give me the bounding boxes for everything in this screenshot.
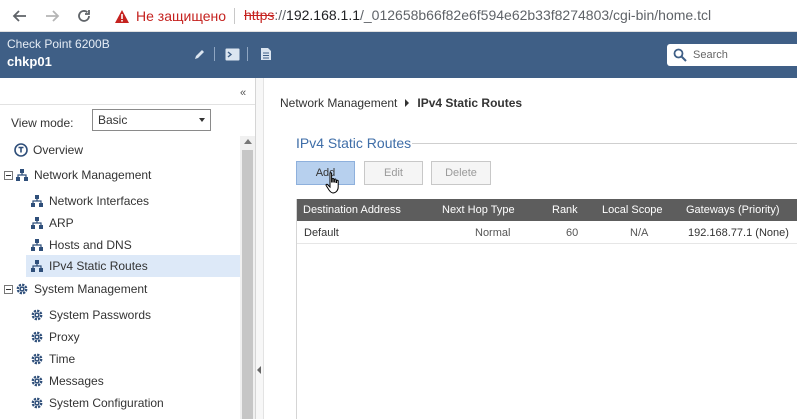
delete-button[interactable]: Delete: [431, 161, 491, 185]
sidebar-item-hosts-and-dns[interactable]: Hosts and DNS: [30, 234, 240, 256]
collapse-toggle[interactable]: [4, 170, 13, 180]
network-icon: [30, 259, 44, 273]
sidebar-item-ipv4-static-routes[interactable]: IPv4 Static Routes: [26, 255, 240, 277]
sidebar-item-label: System Passwords: [49, 308, 152, 322]
network-icon: [15, 168, 29, 182]
back-arrow-icon[interactable]: [8, 4, 32, 28]
sidebar: « View mode: Basic Overview Network Mana…: [0, 78, 256, 419]
sidebar-item-label: Network Management: [34, 168, 152, 182]
pencil-icon[interactable]: [192, 46, 208, 62]
url-path: /_012658b66f82e6f594e62b33f8274803/cgi-b…: [360, 7, 712, 23]
gear-icon: [30, 352, 44, 366]
sidebar-splitter[interactable]: [256, 78, 264, 419]
search-input[interactable]: [693, 49, 793, 61]
sidebar-divider: [0, 104, 255, 105]
product-name: Check Point 6200B: [7, 37, 110, 51]
sidebar-item-label: IPv4 Static Routes: [49, 259, 148, 273]
address-bar[interactable]: https://192.168.1.1/_012658b66f82e6f594e…: [244, 7, 711, 23]
cell-gateways: 192.168.77.1 (None): [688, 227, 789, 239]
column-rank[interactable]: Rank: [552, 199, 578, 221]
sidebar-item-label: Time: [49, 352, 76, 366]
collapse-toggle[interactable]: [4, 284, 13, 294]
column-gateways[interactable]: Gateways (Priority): [686, 199, 780, 221]
sidebar-item-label: ARP: [49, 216, 74, 230]
sidebar-item-arp[interactable]: ARP: [30, 212, 240, 234]
gear-icon: [30, 330, 44, 344]
sidebar-scrollbar[interactable]: [240, 136, 255, 419]
scroll-up-icon[interactable]: [244, 139, 252, 144]
sidebar-item-network-management[interactable]: Network Management: [4, 164, 240, 186]
security-indicator[interactable]: Не защищено: [114, 6, 226, 26]
sidebar-item-label: Hosts and DNS: [49, 238, 132, 252]
breadcrumb-current: IPv4 Static Routes: [417, 96, 523, 110]
gear-icon: [30, 308, 44, 322]
sidebar-item-label: Proxy: [49, 330, 80, 344]
sidebar-item-label: System Configuration: [49, 396, 164, 410]
routes-table: Destination Address Next Hop Type Rank L…: [296, 199, 797, 419]
forward-arrow-icon[interactable]: [40, 4, 64, 28]
gear-icon: [15, 282, 29, 296]
header-divider: [214, 47, 215, 61]
breadcrumb-arrow-icon: [405, 99, 410, 107]
network-icon: [30, 194, 44, 208]
sidebar-item-system-configuration[interactable]: System Configuration: [30, 392, 240, 414]
column-destination-address[interactable]: Destination Address: [303, 199, 401, 221]
header-divider: [247, 47, 248, 61]
terminal-icon[interactable]: [224, 46, 240, 62]
view-mode-value: Basic: [98, 113, 128, 127]
cell-local-scope: N/A: [630, 227, 649, 239]
column-next-hop-type[interactable]: Next Hop Type: [442, 199, 515, 221]
table-row[interactable]: Default Normal 60 N/A 192.168.77.1 (None…: [297, 222, 797, 244]
sidebar-item-system-management[interactable]: System Management: [4, 278, 240, 300]
url-scheme: https: [244, 7, 275, 23]
overview-icon: [14, 143, 28, 157]
column-local-scope[interactable]: Local Scope: [602, 199, 663, 221]
cell-next-hop-type: Normal: [475, 227, 511, 239]
app-header: Check Point 6200B chkp01: [0, 32, 797, 78]
hostname: chkp01: [7, 54, 52, 69]
network-icon: [30, 216, 44, 230]
breadcrumb-parent[interactable]: Network Management: [280, 96, 397, 110]
reload-icon[interactable]: [72, 4, 96, 28]
collapse-sidebar-icon[interactable]: «: [240, 87, 246, 99]
breadcrumb: Network Management IPv4 Static Routes: [280, 96, 522, 110]
warning-icon: [115, 9, 129, 23]
gear-icon: [30, 396, 44, 410]
hand-cursor-icon: [325, 172, 339, 194]
edit-button[interactable]: Edit: [364, 161, 423, 185]
search-box[interactable]: [667, 44, 797, 66]
scrollbar-thumb[interactable]: [242, 150, 253, 419]
gear-icon: [30, 374, 44, 388]
sidebar-item-proxy[interactable]: Proxy: [30, 326, 240, 348]
network-icon: [30, 238, 44, 252]
sidebar-item-label: Network Interfaces: [49, 194, 150, 208]
sidebar-item-label: Messages: [49, 374, 104, 388]
url-host: 192.168.1.1: [286, 7, 360, 23]
search-icon: [673, 48, 687, 62]
sidebar-item-time[interactable]: Time: [30, 348, 240, 370]
security-text: Не защищено: [136, 8, 226, 24]
url-divider: [234, 8, 235, 24]
sidebar-item-system-passwords[interactable]: System Passwords: [30, 304, 240, 326]
browser-toolbar: Не защищено https://192.168.1.1/_012658b…: [0, 0, 797, 32]
page-title: IPv4 Static Routes: [296, 135, 412, 151]
section-divider: [412, 143, 797, 144]
sidebar-item-messages[interactable]: Messages: [30, 370, 240, 392]
view-mode-label: View mode:: [11, 116, 74, 130]
sidebar-item-network-interfaces[interactable]: Network Interfaces: [30, 190, 240, 212]
sidebar-item-label: System Management: [34, 282, 148, 296]
sidebar-item-label: Overview: [33, 143, 84, 157]
view-mode-select[interactable]: Basic: [92, 109, 211, 131]
table-header: Destination Address Next Hop Type Rank L…: [297, 199, 797, 221]
chevron-down-icon: [199, 118, 205, 122]
sidebar-item-overview[interactable]: Overview: [14, 139, 240, 161]
cell-destination: Default: [304, 227, 339, 239]
document-icon[interactable]: [258, 46, 274, 62]
collapse-arrow-icon[interactable]: [257, 366, 261, 374]
cell-rank: 60: [566, 227, 579, 239]
